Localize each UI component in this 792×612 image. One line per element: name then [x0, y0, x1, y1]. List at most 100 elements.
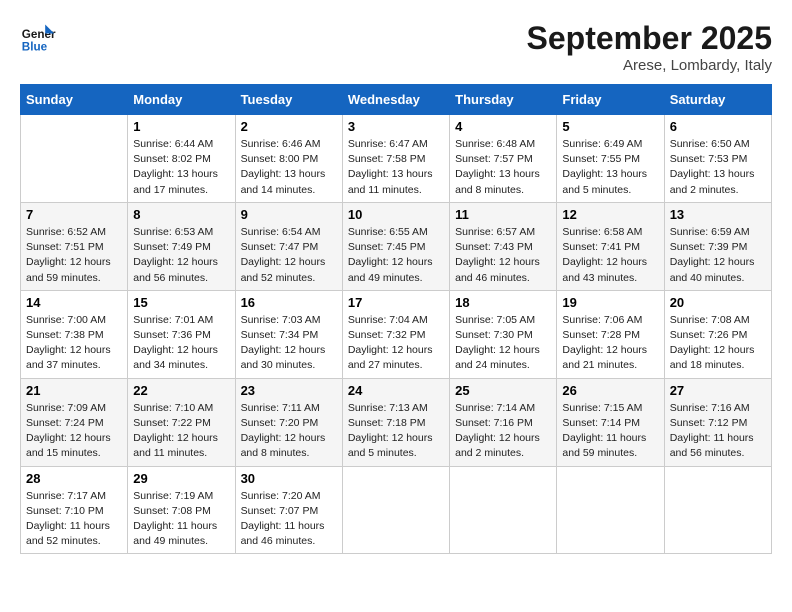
title-block: September 2025 Arese, Lombardy, Italy: [527, 20, 772, 74]
calendar-cell: 18Sunrise: 7:05 AM Sunset: 7:30 PM Dayli…: [450, 290, 557, 378]
day-number: 5: [562, 119, 658, 134]
calendar-cell: 22 Sunrise: 7:10 AM Sunset: 7:22 PM Dayli…: [128, 378, 235, 466]
day-info: Sunrise: 7:19 AM Sunset: 7:08 PM Dayligh…: [133, 489, 229, 550]
day-info: Sunrise: 6:59 AM Sunset: 7:39 PM Dayligh…: [670, 225, 766, 286]
day-info: Sunrise: 7:10 AM Sunset: 7:22 PM Dayligh…: [133, 401, 229, 462]
day-number: 22: [133, 383, 229, 398]
calendar-cell: 2 Sunrise: 6:46 AM Sunset: 8:00 PM Daylig…: [235, 115, 342, 203]
day-number: 10: [348, 207, 444, 222]
svg-text:Blue: Blue: [22, 41, 48, 54]
calendar-cell: 1 Sunrise: 6:44 AM Sunset: 8:02 PM Daylig…: [128, 115, 235, 203]
day-number: 25: [455, 383, 551, 398]
day-info: Sunrise: 6:52 AM Sunset: 7:51 PM Dayligh…: [26, 225, 122, 286]
day-info: Sunrise: 6:58 AM Sunset: 7:41 PM Dayligh…: [562, 225, 658, 286]
week-row-3: 14 Sunrise: 7:00 AM Sunset: 7:38 PM Dayli…: [21, 290, 772, 378]
day-info: Sunrise: 6:48 AM Sunset: 7:57 PM Dayligh…: [455, 137, 551, 198]
day-number: 8: [133, 207, 229, 222]
logo-icon: General Blue: [20, 20, 56, 56]
calendar-cell: 23 Sunrise: 7:11 AM Sunset: 7:20 PM Dayli…: [235, 378, 342, 466]
day-info: Sunrise: 7:14 AM Sunset: 7:16 PM Dayligh…: [455, 401, 551, 462]
header-saturday: Saturday: [664, 85, 771, 115]
day-info: Sunrise: 6:50 AM Sunset: 7:53 PM Dayligh…: [670, 137, 766, 198]
day-number: 1: [133, 119, 229, 134]
day-info: Sunrise: 6:55 AM Sunset: 7:45 PM Dayligh…: [348, 225, 444, 286]
day-number: 23: [241, 383, 337, 398]
day-number: 24: [348, 383, 444, 398]
day-number: 21: [26, 383, 122, 398]
calendar-header-row: SundayMondayTuesdayWednesdayThursdayFrid…: [21, 85, 772, 115]
calendar-cell: 19Sunrise: 7:06 AM Sunset: 7:28 PM Dayli…: [557, 290, 664, 378]
day-info: Sunrise: 6:44 AM Sunset: 8:02 PM Dayligh…: [133, 137, 229, 198]
day-number: 6: [670, 119, 766, 134]
day-number: 9: [241, 207, 337, 222]
day-number: 15: [133, 295, 229, 310]
day-number: 7: [26, 207, 122, 222]
day-info: Sunrise: 7:04 AM Sunset: 7:32 PM Dayligh…: [348, 313, 444, 374]
day-number: 29: [133, 471, 229, 486]
month-title: September 2025: [527, 20, 772, 57]
calendar-cell: [21, 115, 128, 203]
day-number: 13: [670, 207, 766, 222]
location: Arese, Lombardy, Italy: [527, 57, 772, 74]
header-tuesday: Tuesday: [235, 85, 342, 115]
day-number: 3: [348, 119, 444, 134]
day-info: Sunrise: 6:57 AM Sunset: 7:43 PM Dayligh…: [455, 225, 551, 286]
calendar-cell: 14 Sunrise: 7:00 AM Sunset: 7:38 PM Dayli…: [21, 290, 128, 378]
calendar-cell: 7 Sunrise: 6:52 AM Sunset: 7:51 PM Daylig…: [21, 202, 128, 290]
calendar-cell: 29 Sunrise: 7:19 AM Sunset: 7:08 PM Dayli…: [128, 466, 235, 554]
calendar-cell: [664, 466, 771, 554]
day-info: Sunrise: 7:16 AM Sunset: 7:12 PM Dayligh…: [670, 401, 766, 462]
day-info: Sunrise: 7:17 AM Sunset: 7:10 PM Dayligh…: [26, 489, 122, 550]
day-info: Sunrise: 7:08 AM Sunset: 7:26 PM Dayligh…: [670, 313, 766, 374]
calendar-cell: 9Sunrise: 6:54 AM Sunset: 7:47 PM Daylig…: [235, 202, 342, 290]
day-info: Sunrise: 6:53 AM Sunset: 7:49 PM Dayligh…: [133, 225, 229, 286]
calendar-cell: 3 Sunrise: 6:47 AM Sunset: 7:58 PM Daylig…: [342, 115, 449, 203]
header-friday: Friday: [557, 85, 664, 115]
week-row-4: 21 Sunrise: 7:09 AM Sunset: 7:24 PM Dayli…: [21, 378, 772, 466]
day-number: 12: [562, 207, 658, 222]
calendar-cell: 6 Sunrise: 6:50 AM Sunset: 7:53 PM Daylig…: [664, 115, 771, 203]
calendar-cell: [342, 466, 449, 554]
day-info: Sunrise: 7:03 AM Sunset: 7:34 PM Dayligh…: [241, 313, 337, 374]
calendar-cell: 26 Sunrise: 7:15 AM Sunset: 7:14 PM Dayli…: [557, 378, 664, 466]
calendar-cell: 13 Sunrise: 6:59 AM Sunset: 7:39 PM Dayli…: [664, 202, 771, 290]
calendar-cell: 12 Sunrise: 6:58 AM Sunset: 7:41 PM Dayli…: [557, 202, 664, 290]
logo: General Blue: [20, 20, 56, 56]
day-info: Sunrise: 6:47 AM Sunset: 7:58 PM Dayligh…: [348, 137, 444, 198]
day-number: 2: [241, 119, 337, 134]
week-row-1: 1 Sunrise: 6:44 AM Sunset: 8:02 PM Daylig…: [21, 115, 772, 203]
header-thursday: Thursday: [450, 85, 557, 115]
calendar-cell: 11 Sunrise: 6:57 AM Sunset: 7:43 PM Dayli…: [450, 202, 557, 290]
page-header: General Blue September 2025 Arese, Lomba…: [20, 20, 772, 74]
day-number: 11: [455, 207, 551, 222]
day-number: 14: [26, 295, 122, 310]
svg-text:General: General: [22, 28, 56, 41]
day-info: Sunrise: 6:46 AM Sunset: 8:00 PM Dayligh…: [241, 137, 337, 198]
calendar-cell: 21 Sunrise: 7:09 AM Sunset: 7:24 PM Dayli…: [21, 378, 128, 466]
day-number: 16: [241, 295, 337, 310]
calendar-cell: 28Sunrise: 7:17 AM Sunset: 7:10 PM Dayli…: [21, 466, 128, 554]
calendar-cell: 20Sunrise: 7:08 AM Sunset: 7:26 PM Dayli…: [664, 290, 771, 378]
day-info: Sunrise: 7:20 AM Sunset: 7:07 PM Dayligh…: [241, 489, 337, 550]
day-info: Sunrise: 7:15 AM Sunset: 7:14 PM Dayligh…: [562, 401, 658, 462]
calendar-cell: 10 Sunrise: 6:55 AM Sunset: 7:45 PM Dayli…: [342, 202, 449, 290]
calendar-table: SundayMondayTuesdayWednesdayThursdayFrid…: [20, 84, 772, 554]
day-info: Sunrise: 7:09 AM Sunset: 7:24 PM Dayligh…: [26, 401, 122, 462]
header-sunday: Sunday: [21, 85, 128, 115]
calendar-cell: [557, 466, 664, 554]
header-wednesday: Wednesday: [342, 85, 449, 115]
day-number: 17: [348, 295, 444, 310]
day-number: 26: [562, 383, 658, 398]
calendar-cell: 25 Sunrise: 7:14 AM Sunset: 7:16 PM Dayli…: [450, 378, 557, 466]
day-number: 30: [241, 471, 337, 486]
day-number: 27: [670, 383, 766, 398]
day-info: Sunrise: 7:00 AM Sunset: 7:38 PM Dayligh…: [26, 313, 122, 374]
day-number: 4: [455, 119, 551, 134]
day-info: Sunrise: 7:11 AM Sunset: 7:20 PM Dayligh…: [241, 401, 337, 462]
calendar-cell: 30 Sunrise: 7:20 AM Sunset: 7:07 PM Dayli…: [235, 466, 342, 554]
header-monday: Monday: [128, 85, 235, 115]
calendar-cell: 8 Sunrise: 6:53 AM Sunset: 7:49 PM Daylig…: [128, 202, 235, 290]
day-info: Sunrise: 6:49 AM Sunset: 7:55 PM Dayligh…: [562, 137, 658, 198]
day-info: Sunrise: 7:01 AM Sunset: 7:36 PM Dayligh…: [133, 313, 229, 374]
calendar-cell: 17 Sunrise: 7:04 AM Sunset: 7:32 PM Dayli…: [342, 290, 449, 378]
